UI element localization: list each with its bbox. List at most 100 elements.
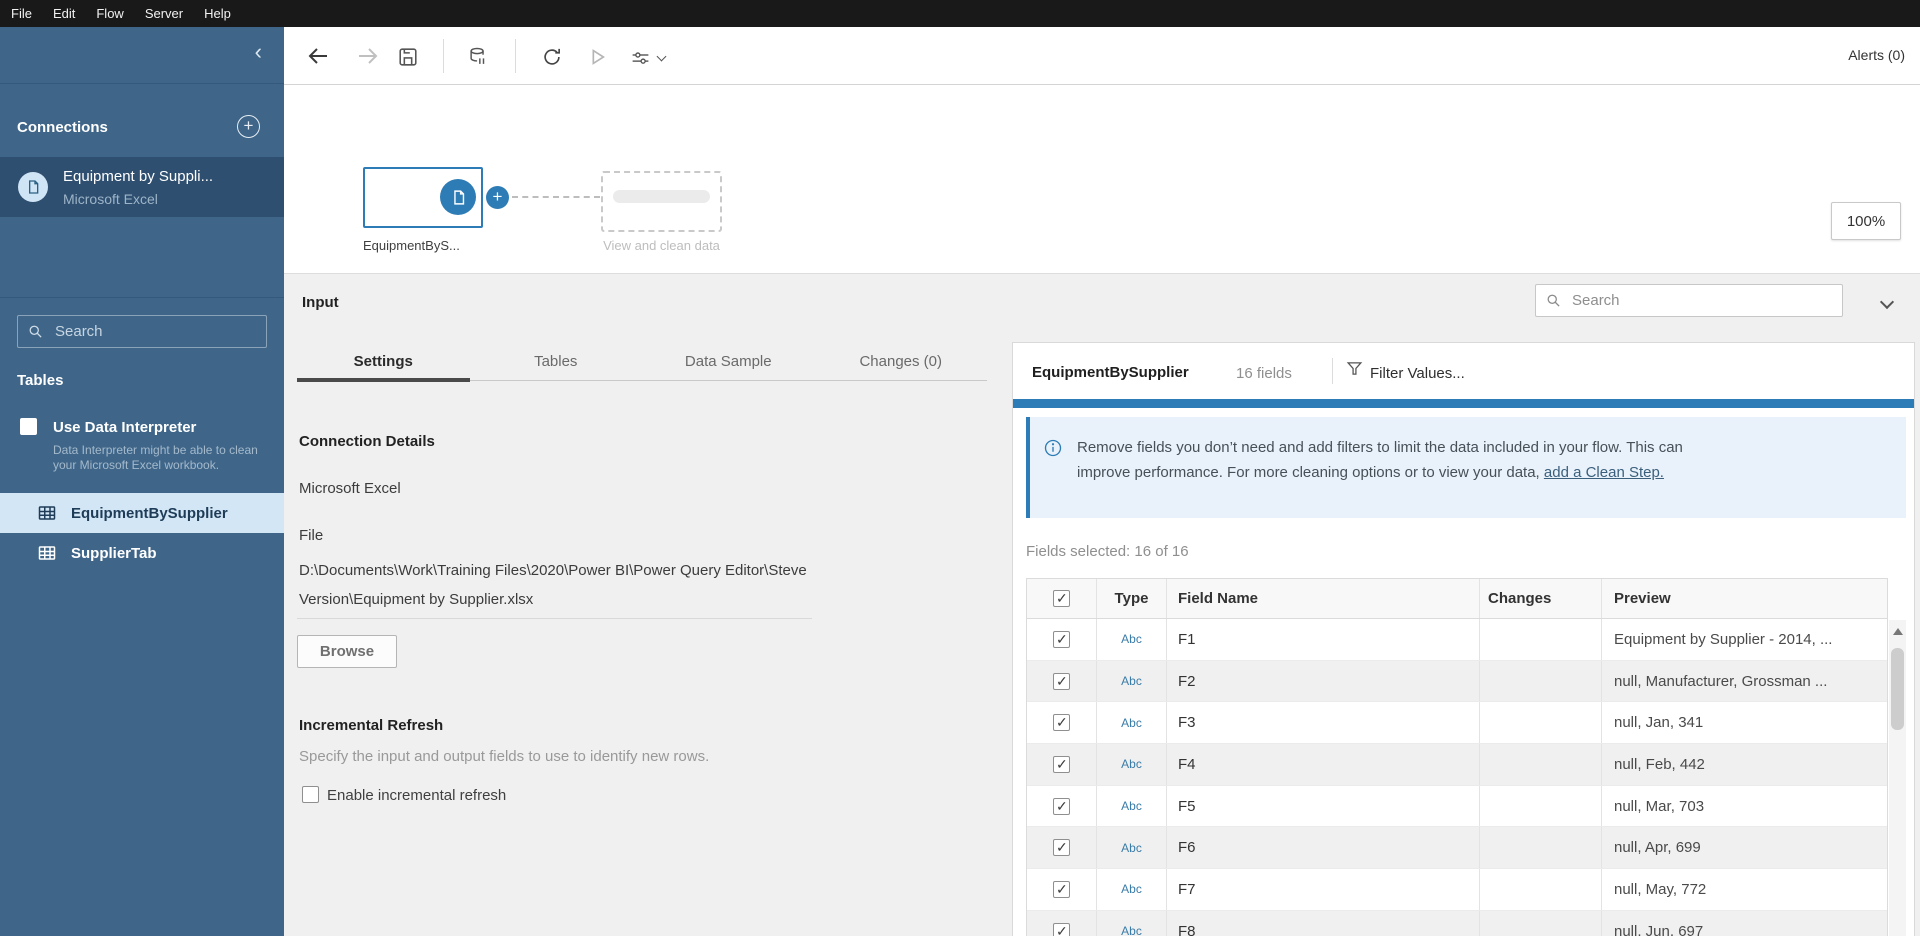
sidebar-table-name: EquipmentBySupplier — [71, 505, 228, 522]
field-type-abc[interactable]: Abc — [1121, 882, 1142, 896]
scrollbar-thumb[interactable] — [1891, 648, 1904, 730]
field-row-checkbox[interactable] — [1053, 673, 1070, 690]
filter-values-button[interactable]: Filter Values... — [1370, 365, 1465, 382]
tableau-prep-window: File Edit Flow Server Help Alerts (0) — [0, 0, 1920, 936]
pane-tab[interactable]: Data Sample — [642, 342, 815, 380]
field-type-abc[interactable]: Abc — [1121, 757, 1142, 771]
banner-line2: improve performance. For more cleaning o… — [1077, 464, 1544, 481]
field-preview-cell: null, Jan, 341 — [1614, 714, 1703, 731]
pane-tab[interactable]: Settings — [297, 342, 470, 380]
menu-item[interactable]: Flow — [96, 6, 123, 21]
field-type-abc[interactable]: Abc — [1121, 799, 1142, 813]
field-row[interactable]: Abc F1 Equipment by Supplier - 2014, ... — [1027, 619, 1887, 661]
browse-button[interactable]: Browse — [297, 635, 397, 668]
field-type-abc[interactable]: Abc — [1121, 924, 1142, 936]
pane-search — [1535, 284, 1843, 317]
field-name-cell[interactable]: F4 — [1178, 756, 1196, 773]
enable-incremental-refresh-checkbox[interactable] — [302, 786, 319, 803]
pane-search-input[interactable] — [1572, 292, 1802, 309]
banner-text: Remove fields you don’t need and add fil… — [1077, 435, 1847, 485]
pane-tab[interactable]: Tables — [470, 342, 643, 380]
save-icon — [397, 46, 419, 68]
data-source-button[interactable] — [466, 45, 490, 69]
field-preview-cell: null, Jun, 697 — [1614, 923, 1703, 936]
forward-button[interactable] — [356, 44, 380, 68]
field-name-cell[interactable]: F2 — [1178, 673, 1196, 690]
field-row-checkbox[interactable] — [1053, 881, 1070, 898]
back-button[interactable] — [306, 44, 330, 68]
field-row[interactable]: Abc F4 null, Feb, 442 — [1027, 744, 1887, 786]
sidebar-table-item[interactable]: EquipmentBySupplier — [0, 493, 284, 533]
collapse-sidebar-icon[interactable]: ‹ — [255, 41, 262, 63]
flow-canvas[interactable]: + EquipmentByS... View and clean data 10… — [284, 85, 1920, 273]
field-row[interactable]: Abc F2 null, Manufacturer, Grossman ... — [1027, 661, 1887, 703]
field-preview-cell: null, Feb, 442 — [1614, 756, 1705, 773]
field-name-cell[interactable]: F8 — [1178, 923, 1196, 936]
field-row[interactable]: Abc F5 null, Mar, 703 — [1027, 786, 1887, 828]
field-row-checkbox[interactable] — [1053, 714, 1070, 731]
field-type-abc[interactable]: Abc — [1121, 716, 1142, 730]
settings-divider — [297, 618, 812, 619]
sidebar-table-item[interactable]: SupplierTab — [0, 533, 284, 573]
field-row-checkbox[interactable] — [1053, 631, 1070, 648]
menu-item[interactable]: File — [11, 6, 32, 21]
sidebar-divider — [0, 297, 284, 298]
select-all-checkbox[interactable] — [1053, 590, 1070, 607]
search-icon — [28, 324, 43, 339]
alerts-button[interactable]: Alerts (0) — [1848, 47, 1905, 63]
connection-details-heading: Connection Details — [299, 433, 435, 450]
pane-tab[interactable]: Changes (0) — [815, 342, 988, 380]
table-scrollbar[interactable] — [1889, 620, 1906, 936]
field-name-cell[interactable]: F7 — [1178, 881, 1196, 898]
add-step-button[interactable]: + — [486, 186, 509, 209]
info-banner: Remove fields you don’t need and add fil… — [1026, 417, 1906, 518]
field-name-cell[interactable]: F6 — [1178, 839, 1196, 856]
incremental-refresh-heading: Incremental Refresh — [299, 717, 443, 734]
field-type-abc[interactable]: Abc — [1121, 674, 1142, 688]
connection-item[interactable]: Equipment by Suppli... Microsoft Excel — [0, 157, 284, 217]
menu-item[interactable]: Server — [145, 6, 183, 21]
menu-item[interactable]: Help — [204, 6, 231, 21]
fields-table: Type Field Name Changes Preview Abc F1 E… — [1026, 578, 1888, 936]
pane-tab-label: Changes (0) — [859, 353, 942, 370]
info-icon — [1044, 439, 1062, 457]
add-clean-step-link[interactable]: add a Clean Step. — [1544, 464, 1664, 481]
scrollbar-up-arrow-icon[interactable] — [1893, 628, 1903, 635]
enable-incremental-refresh-label: Enable incremental refresh — [327, 787, 506, 804]
zoom-level-button[interactable]: 100% — [1831, 202, 1901, 240]
field-name-cell[interactable]: F3 — [1178, 714, 1196, 731]
field-row[interactable]: Abc F8 null, Jun, 697 — [1027, 911, 1887, 936]
field-type-abc[interactable]: Abc — [1121, 632, 1142, 646]
toolbar-separator — [515, 39, 516, 73]
pane-tab-label: Settings — [354, 353, 413, 370]
run-flow-button[interactable] — [585, 45, 609, 69]
changes-column-header: Changes — [1488, 590, 1551, 607]
field-row[interactable]: Abc F3 null, Jan, 341 — [1027, 702, 1887, 744]
fields-table-header: Type Field Name Changes Preview — [1027, 579, 1887, 619]
pane-tab-label: Data Sample — [685, 353, 772, 370]
field-name-cell[interactable]: F1 — [1178, 631, 1196, 648]
settings-options-button[interactable] — [628, 46, 652, 70]
data-interpreter-checkbox[interactable] — [20, 418, 37, 435]
field-row-checkbox[interactable] — [1053, 923, 1070, 936]
table-grid-icon — [38, 505, 56, 521]
field-type-abc[interactable]: Abc — [1121, 841, 1142, 855]
field-row-checkbox[interactable] — [1053, 756, 1070, 773]
field-row-checkbox[interactable] — [1053, 798, 1070, 815]
chevron-down-icon[interactable] — [657, 52, 667, 62]
field-row[interactable]: Abc F6 null, Apr, 699 — [1027, 827, 1887, 869]
save-button[interactable] — [396, 45, 420, 69]
field-name-cell[interactable]: F5 — [1178, 798, 1196, 815]
menu-item[interactable]: Edit — [53, 6, 75, 21]
add-connection-button[interactable]: + — [237, 115, 260, 138]
suggested-clean-step[interactable] — [601, 171, 722, 232]
sidebar: ‹ Connections + Equipment by Suppli... M… — [0, 27, 284, 936]
collapse-pane-chevron-icon[interactable] — [1880, 295, 1894, 309]
sidebar-search-input[interactable] — [55, 323, 235, 340]
field-count: 16 fields — [1236, 365, 1292, 382]
field-row-checkbox[interactable] — [1053, 839, 1070, 856]
field-row[interactable]: Abc F7 null, May, 772 — [1027, 869, 1887, 911]
connector-name: Microsoft Excel — [299, 480, 401, 497]
toolbar-separator — [443, 39, 444, 73]
refresh-button[interactable] — [540, 45, 564, 69]
